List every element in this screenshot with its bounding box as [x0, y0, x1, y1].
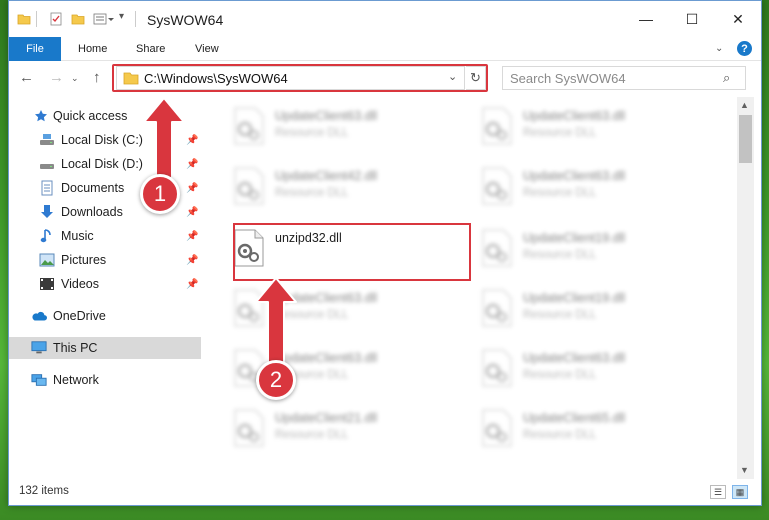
arrow-up-1 [143, 97, 185, 179]
step-1-badge: 1 [140, 174, 180, 214]
step-2-badge: 2 [256, 360, 296, 400]
arrow-up-2 [255, 277, 297, 369]
annotation-arrows [143, 97, 297, 369]
